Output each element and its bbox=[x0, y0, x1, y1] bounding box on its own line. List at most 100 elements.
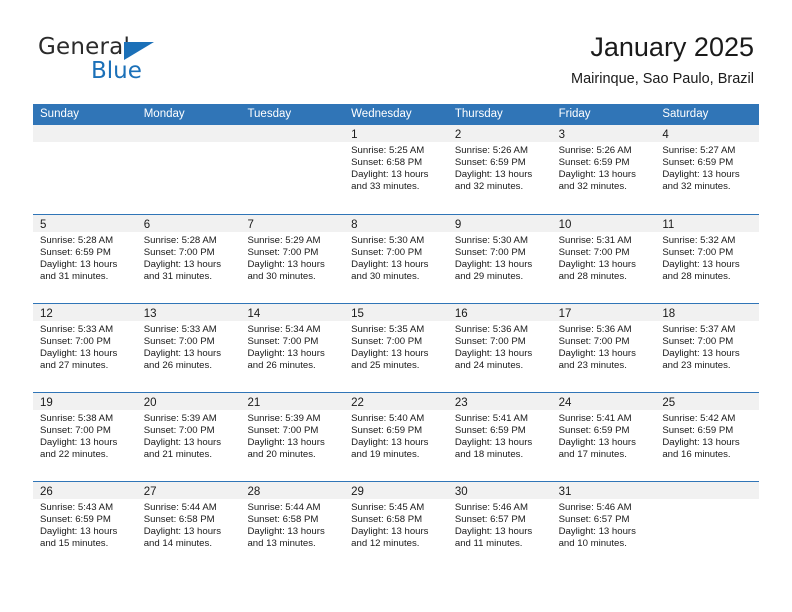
calendar-day-cell[interactable]: 11 Sunrise: 5:32 AM Sunset: 7:00 PM Dayligh… bbox=[655, 215, 760, 303]
day-sun-info: Sunrise: 5:33 AM Sunset: 7:00 PM Daylight:… bbox=[137, 321, 241, 372]
sunrise-text: Sunrise: 5:35 AM bbox=[351, 324, 425, 335]
day-sun-info: Sunrise: 5:36 AM Sunset: 7:00 PM Daylight:… bbox=[552, 321, 656, 372]
calendar-day-cell[interactable]: 31 Sunrise: 5:46 AM Sunset: 6:57 PM Dayligh… bbox=[551, 482, 656, 570]
calendar-day-cell[interactable]: 27 Sunrise: 5:44 AM Sunset: 6:58 PM Dayligh… bbox=[136, 482, 241, 570]
sunrise-text: Sunrise: 5:44 AM bbox=[143, 502, 217, 513]
day-number-band: 16 bbox=[447, 304, 552, 321]
weekday-header-tuesday: Tuesday bbox=[247, 108, 292, 120]
sunset-text: Sunset: 7:00 PM bbox=[143, 425, 215, 437]
calendar-day-cell[interactable]: 1 Sunrise: 5:25 AM Sunset: 6:58 PM Daylight… bbox=[344, 125, 448, 214]
calendar-day-cell[interactable]: 4 Sunrise: 5:27 AM Sunset: 6:59 PM Daylight… bbox=[655, 125, 760, 214]
sunset-text: Sunset: 6:59 PM bbox=[351, 425, 423, 437]
day-number-band: 12 bbox=[33, 304, 137, 321]
sunset-text: Sunset: 6:59 PM bbox=[662, 157, 734, 169]
day-number-band: 6 bbox=[136, 215, 241, 232]
weekday-header-friday: Friday bbox=[558, 108, 591, 120]
calendar-day-cell[interactable]: 22 Sunrise: 5:40 AM Sunset: 6:59 PM Dayligh… bbox=[344, 393, 448, 481]
day-number-band: 2 bbox=[447, 125, 552, 142]
sunset-text: Sunset: 6:58 PM bbox=[247, 514, 319, 526]
calendar-week-row: 19 Sunrise: 5:38 AM Sunset: 7:00 PM Dayligh… bbox=[33, 392, 760, 481]
calendar-day-cell[interactable]: 2 Sunrise: 5:26 AM Sunset: 6:59 PM Daylight… bbox=[447, 125, 552, 214]
day-number-band: 22 bbox=[344, 393, 448, 410]
calendar-day-cell[interactable]: 30 Sunrise: 5:46 AM Sunset: 6:57 PM Dayligh… bbox=[447, 482, 552, 570]
sunrise-text: Sunrise: 5:43 AM bbox=[40, 502, 114, 513]
day-sun-info: Sunrise: 5:35 AM Sunset: 7:00 PM Daylight:… bbox=[344, 321, 448, 372]
calendar-weeks: 1 Sunrise: 5:25 AM Sunset: 6:58 PM Daylight… bbox=[33, 125, 760, 570]
daylight-text: Daylight: 13 hours and 31 minutes. bbox=[143, 259, 222, 283]
calendar-day-cell[interactable]: 7 Sunrise: 5:29 AM Sunset: 7:00 PM Daylight… bbox=[240, 215, 345, 303]
day-number-band: 24 bbox=[551, 393, 656, 410]
sunset-text: Sunset: 6:59 PM bbox=[558, 157, 630, 169]
day-number-band: 27 bbox=[136, 482, 241, 499]
day-number-band bbox=[240, 125, 345, 142]
calendar-day-cell[interactable]: 12 Sunrise: 5:33 AM Sunset: 7:00 PM Dayligh… bbox=[33, 304, 137, 392]
day-sun-info: Sunrise: 5:36 AM Sunset: 7:00 PM Daylight:… bbox=[448, 321, 552, 372]
daylight-text: Daylight: 13 hours and 26 minutes. bbox=[143, 348, 222, 372]
sunrise-text: Sunrise: 5:26 AM bbox=[454, 145, 528, 156]
calendar-day-cell[interactable]: 13 Sunrise: 5:33 AM Sunset: 7:00 PM Dayligh… bbox=[136, 304, 241, 392]
calendar-day-cell[interactable]: 3 Sunrise: 5:26 AM Sunset: 6:59 PM Daylight… bbox=[551, 125, 656, 214]
calendar-day-cell[interactable]: 10 Sunrise: 5:31 AM Sunset: 7:00 PM Dayligh… bbox=[551, 215, 656, 303]
daylight-text: Daylight: 13 hours and 20 minutes. bbox=[247, 437, 325, 461]
calendar-day-cell[interactable]: 29 Sunrise: 5:45 AM Sunset: 6:58 PM Dayligh… bbox=[344, 482, 448, 570]
daylight-text: Daylight: 13 hours and 33 minutes. bbox=[351, 169, 429, 193]
sunset-text: Sunset: 7:00 PM bbox=[351, 336, 423, 348]
calendar-day-cell[interactable]: 26 Sunrise: 5:43 AM Sunset: 6:59 PM Dayligh… bbox=[33, 482, 137, 570]
day-number-band: 14 bbox=[240, 304, 345, 321]
sunrise-text: Sunrise: 5:44 AM bbox=[247, 502, 321, 513]
day-number: 28 bbox=[247, 486, 261, 498]
day-sun-info: Sunrise: 5:28 AM Sunset: 6:59 PM Daylight:… bbox=[33, 232, 137, 283]
page-header: General Blue January 2025 Mairinque, Sao… bbox=[0, 0, 792, 100]
day-number-band: 17 bbox=[551, 304, 656, 321]
sunrise-text: Sunrise: 5:41 AM bbox=[558, 413, 632, 424]
calendar-day-cell[interactable]: 15 Sunrise: 5:35 AM Sunset: 7:00 PM Dayligh… bbox=[344, 304, 448, 392]
calendar-day-cell[interactable]: 14 Sunrise: 5:34 AM Sunset: 7:00 PM Dayligh… bbox=[240, 304, 345, 392]
sunset-text: Sunset: 7:00 PM bbox=[558, 247, 630, 259]
calendar-day-cell-empty bbox=[240, 125, 345, 214]
sunrise-text: Sunrise: 5:32 AM bbox=[662, 235, 736, 246]
day-sun-info: Sunrise: 5:42 AM Sunset: 6:59 PM Daylight:… bbox=[655, 410, 759, 461]
calendar-day-cell[interactable]: 20 Sunrise: 5:39 AM Sunset: 7:00 PM Dayligh… bbox=[136, 393, 241, 481]
calendar-day-cell[interactable]: 24 Sunrise: 5:41 AM Sunset: 6:59 PM Dayligh… bbox=[551, 393, 656, 481]
calendar-day-cell[interactable]: 25 Sunrise: 5:42 AM Sunset: 6:59 PM Dayligh… bbox=[655, 393, 760, 481]
calendar-day-cell[interactable]: 6 Sunrise: 5:28 AM Sunset: 7:00 PM Daylight… bbox=[136, 215, 241, 303]
day-sun-info: Sunrise: 5:46 AM Sunset: 6:57 PM Daylight:… bbox=[552, 499, 656, 550]
title-block: January 2025 Mairinque, Sao Paulo, Brazi… bbox=[571, 30, 754, 89]
weekday-header-row: Sunday Monday Tuesday Wednesday Thursday Frid… bbox=[33, 104, 759, 125]
daylight-text: Daylight: 13 hours and 17 minutes. bbox=[558, 437, 636, 461]
sunset-text: Sunset: 7:00 PM bbox=[662, 247, 734, 259]
sunrise-text: Sunrise: 5:27 AM bbox=[662, 145, 736, 156]
sunset-text: Sunset: 6:59 PM bbox=[662, 425, 734, 437]
sunrise-text: Sunrise: 5:31 AM bbox=[558, 235, 632, 246]
day-number-band: 10 bbox=[551, 215, 656, 232]
calendar-day-cell[interactable]: 9 Sunrise: 5:30 AM Sunset: 7:00 PM Daylight… bbox=[447, 215, 552, 303]
calendar-page: General Blue January 2025 Mairinque, Sao… bbox=[0, 0, 792, 612]
calendar-day-cell[interactable]: 21 Sunrise: 5:39 AM Sunset: 7:00 PM Dayligh… bbox=[240, 393, 345, 481]
calendar-day-cell[interactable]: 19 Sunrise: 5:38 AM Sunset: 7:00 PM Dayligh… bbox=[33, 393, 137, 481]
day-sun-info: Sunrise: 5:46 AM Sunset: 6:57 PM Daylight:… bbox=[448, 499, 552, 550]
sunset-text: Sunset: 7:00 PM bbox=[247, 336, 319, 348]
sunrise-text: Sunrise: 5:33 AM bbox=[40, 324, 114, 335]
calendar-day-cell[interactable]: 8 Sunrise: 5:30 AM Sunset: 7:00 PM Daylight… bbox=[344, 215, 448, 303]
calendar-day-cell-empty bbox=[136, 125, 241, 214]
page-title: January 2025 bbox=[590, 32, 754, 62]
day-number-band: 30 bbox=[447, 482, 552, 499]
daylight-text: Daylight: 13 hours and 16 minutes. bbox=[662, 437, 740, 461]
calendar-day-cell[interactable]: 5 Sunrise: 5:28 AM Sunset: 6:59 PM Daylight… bbox=[33, 215, 137, 303]
day-number-band: 4 bbox=[655, 125, 760, 142]
calendar-day-cell[interactable]: 23 Sunrise: 5:41 AM Sunset: 6:59 PM Dayligh… bbox=[447, 393, 552, 481]
day-number: 31 bbox=[558, 486, 572, 498]
calendar-day-cell[interactable]: 17 Sunrise: 5:36 AM Sunset: 7:00 PM Dayligh… bbox=[551, 304, 656, 392]
daylight-text: Daylight: 13 hours and 28 minutes. bbox=[662, 259, 740, 283]
calendar-day-cell[interactable]: 18 Sunrise: 5:37 AM Sunset: 7:00 PM Dayligh… bbox=[655, 304, 760, 392]
day-number: 9 bbox=[454, 219, 462, 231]
day-sun-info: Sunrise: 5:25 AM Sunset: 6:58 PM Daylight:… bbox=[344, 142, 448, 193]
calendar-day-cell[interactable]: 28 Sunrise: 5:44 AM Sunset: 6:58 PM Dayligh… bbox=[240, 482, 345, 570]
daylight-text: Daylight: 13 hours and 19 minutes. bbox=[351, 437, 429, 461]
calendar-day-cell[interactable]: 16 Sunrise: 5:36 AM Sunset: 7:00 PM Dayligh… bbox=[447, 304, 552, 392]
daylight-text: Daylight: 13 hours and 23 minutes. bbox=[558, 348, 636, 372]
daylight-text: Daylight: 13 hours and 30 minutes. bbox=[247, 259, 325, 283]
daylight-text: Daylight: 13 hours and 23 minutes. bbox=[662, 348, 740, 372]
day-sun-info: Sunrise: 5:41 AM Sunset: 6:59 PM Daylight:… bbox=[552, 410, 656, 461]
day-number: 20 bbox=[143, 397, 157, 409]
